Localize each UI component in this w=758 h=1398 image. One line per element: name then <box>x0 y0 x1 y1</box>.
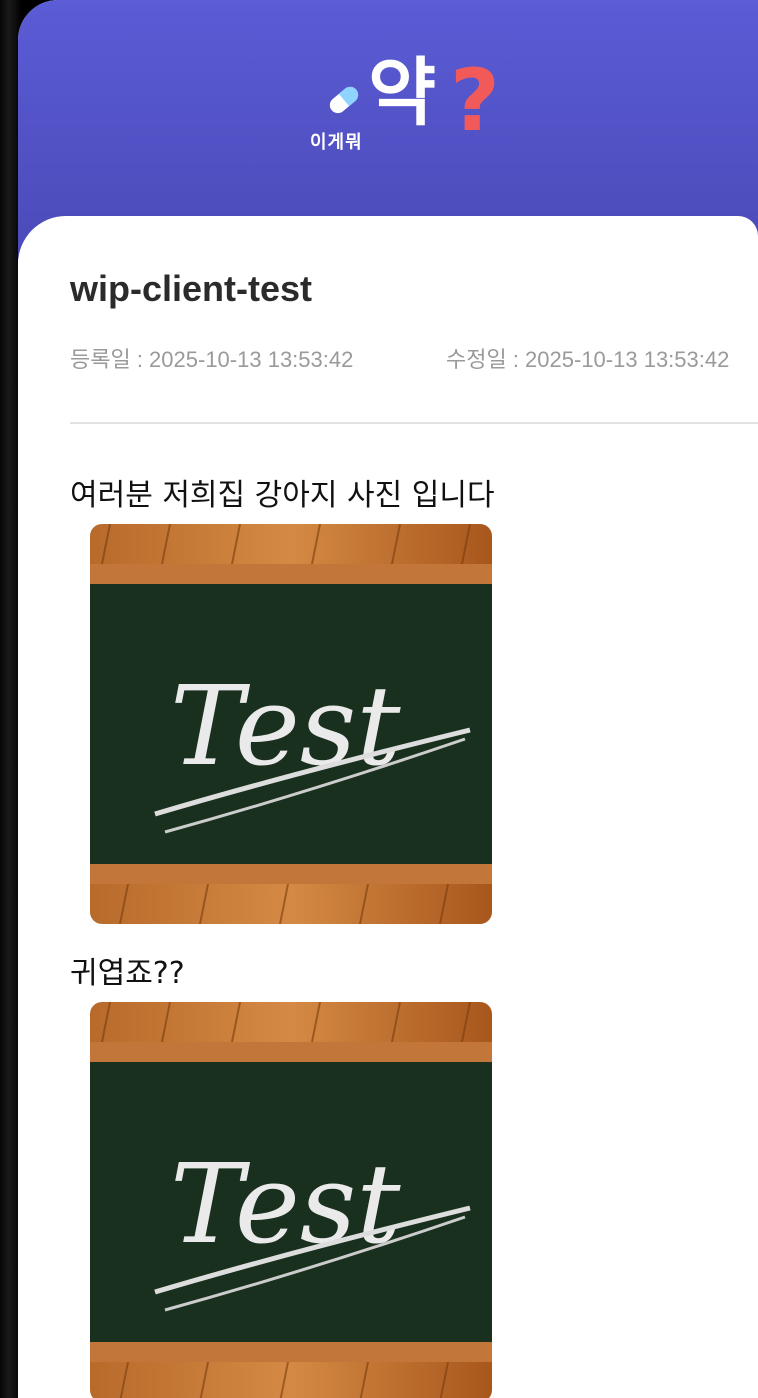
divider <box>70 422 758 424</box>
app-screen: 이게뭐 약 ? wip-client-test 등록일 : 2025-10-13… <box>18 0 758 1398</box>
modified-date: 수정일 : 2025-10-13 13:53:42 <box>446 347 730 372</box>
created-date: 등록일 : 2025-10-13 13:53:42 <box>70 347 354 372</box>
logo-big-text: 약 <box>368 50 437 136</box>
pill-icon <box>329 86 359 114</box>
app-logo[interactable]: 이게뭐 약 ? <box>310 56 530 162</box>
post-paragraph: 귀엽죠?? <box>70 956 185 991</box>
post-paragraph: 여러분 저희집 강아지 사진 입니다 <box>70 478 495 513</box>
logo-question-mark: ? <box>450 51 500 151</box>
post-detail-card: wip-client-test 등록일 : 2025-10-13 13:53:4… <box>18 216 758 1398</box>
chalkboard-image-icon: Test <box>90 1002 492 1398</box>
post-title: wip-client-test <box>70 268 313 309</box>
post-image[interactable]: Test <box>90 1002 492 1398</box>
logo-small-text: 이게뭐 <box>310 132 363 153</box>
post-image[interactable]: Test <box>90 524 492 924</box>
chalkboard-image-icon: Test <box>90 524 492 924</box>
